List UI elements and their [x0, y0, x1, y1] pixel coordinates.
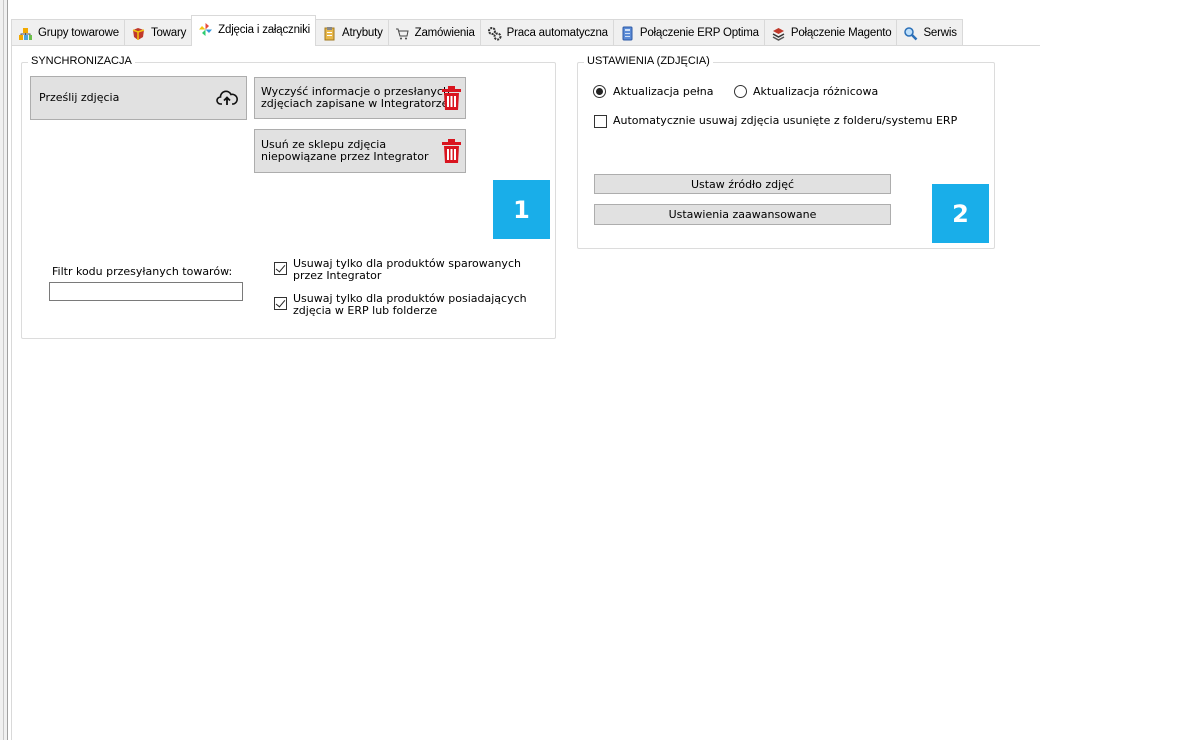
radio-full-update[interactable]: [593, 85, 606, 98]
tab-zdjecia[interactable]: Zdjęcia i załączniki: [191, 15, 317, 46]
tab-label: Atrybuty: [342, 27, 383, 39]
trash-icon: [442, 86, 461, 113]
tab-towary[interactable]: Towary: [123, 19, 193, 46]
checkbox-has-photos-only[interactable]: [274, 297, 287, 310]
cart-icon: [395, 26, 410, 41]
annotation-badge-2: 2: [932, 184, 989, 243]
gears-icon: [487, 26, 502, 41]
radio-diff-update-label: Aktualizacja różnicowa: [753, 85, 879, 98]
tab-label: Serwis: [923, 27, 957, 39]
checkbox-has-photos-line2: zdjęcia w ERP lub folderze: [293, 304, 438, 317]
clear-upload-info-button[interactable]: Wyczyść informacje o przesłanych zdjęcia…: [254, 77, 466, 119]
remove-unlinked-photos-label: Usuń ze sklepu zdjęcia niepowiązane prze…: [255, 139, 428, 163]
erp-icon: [620, 26, 635, 41]
window-left-edge: [0, 0, 8, 740]
remove-unlinked-line2: niepowiązane przez Integrator: [261, 150, 429, 163]
checkbox-paired-line2: przez Integrator: [293, 269, 382, 282]
advanced-settings-button[interactable]: Ustawienia zaawansowane: [594, 204, 891, 225]
advanced-settings-label: Ustawienia zaawansowane: [668, 208, 817, 221]
tab-bar: Grupy towarowe Towary Zdjęcia i załączni…: [11, 15, 963, 46]
checkbox-has-photos-label: Usuwaj tylko dla produktów posiadających…: [293, 293, 527, 317]
checkbox-paired-only-label: Usuwaj tylko dla produktów sparowanych p…: [293, 258, 521, 282]
upload-photos-button[interactable]: Prześlij zdjęcia: [30, 76, 247, 120]
tab-content-border-left: [11, 45, 12, 740]
checkbox-auto-delete-label: Automatycznie usuwaj zdjęcia usunięte z …: [613, 114, 958, 127]
trash-icon: [442, 139, 461, 166]
radio-full-update-label: Aktualizacja pełna: [613, 85, 714, 98]
set-photo-source-label: Ustaw źródło zdjęć: [690, 177, 795, 191]
tab-content-border: [11, 45, 1040, 46]
tab-atrybuty[interactable]: Atrybuty: [315, 19, 389, 46]
annotation-badge-1: 1: [493, 180, 550, 239]
groups-icon: [18, 26, 33, 41]
tab-polaczenie-magento[interactable]: Połączenie Magento: [763, 19, 898, 46]
tab-polaczenie-erp[interactable]: Połączenie ERP Optima: [612, 19, 765, 46]
clear-upload-info-label: Wyczyść informacje o przesłanych zdjęcia…: [255, 86, 450, 110]
remove-unlinked-photos-button[interactable]: Usuń ze sklepu zdjęcia niepowiązane prze…: [254, 129, 466, 173]
tab-label: Grupy towarowe: [38, 27, 119, 39]
cloud-upload-icon: [216, 89, 238, 110]
filter-input[interactable]: [49, 282, 243, 301]
tab-zamowienia[interactable]: Zamówienia: [387, 19, 481, 46]
tab-label: Zamówienia: [414, 27, 475, 39]
upload-photos-label: Prześlij zdjęcia: [39, 91, 120, 104]
tab-label: Połączenie Magento: [790, 27, 892, 39]
tab-grupy-towarowe[interactable]: Grupy towarowe: [11, 19, 125, 46]
products-icon: [131, 26, 146, 41]
tab-label: Zdjęcia i załączniki: [218, 23, 311, 36]
set-photo-source-button[interactable]: Ustaw źródło zdjęć: [594, 174, 891, 194]
settings-group-title: USTAWIENIA (ZDJĘCIA): [584, 55, 713, 67]
pinwheel-icon: [198, 22, 213, 37]
clipboard-icon: [322, 26, 337, 41]
tab-serwis[interactable]: Serwis: [896, 19, 963, 46]
clear-upload-info-line2: zdjęciach zapisane w Integratorze: [261, 97, 449, 110]
tab-label: Połączenie ERP Optima: [639, 27, 759, 39]
tab-praca-automatyczna[interactable]: Praca automatyczna: [479, 19, 614, 46]
magento-icon: [771, 26, 786, 41]
checkbox-auto-delete[interactable]: [594, 115, 607, 128]
checkbox-paired-only[interactable]: [274, 262, 287, 275]
tab-label: Praca automatyczna: [506, 27, 608, 39]
tab-label: Towary: [150, 27, 187, 39]
magnifier-icon: [903, 26, 918, 41]
filter-label: Filtr kodu przesyłanych towarów:: [52, 265, 233, 278]
sync-group-title: SYNCHRONIZACJA: [28, 55, 135, 67]
radio-diff-update[interactable]: [734, 85, 747, 98]
